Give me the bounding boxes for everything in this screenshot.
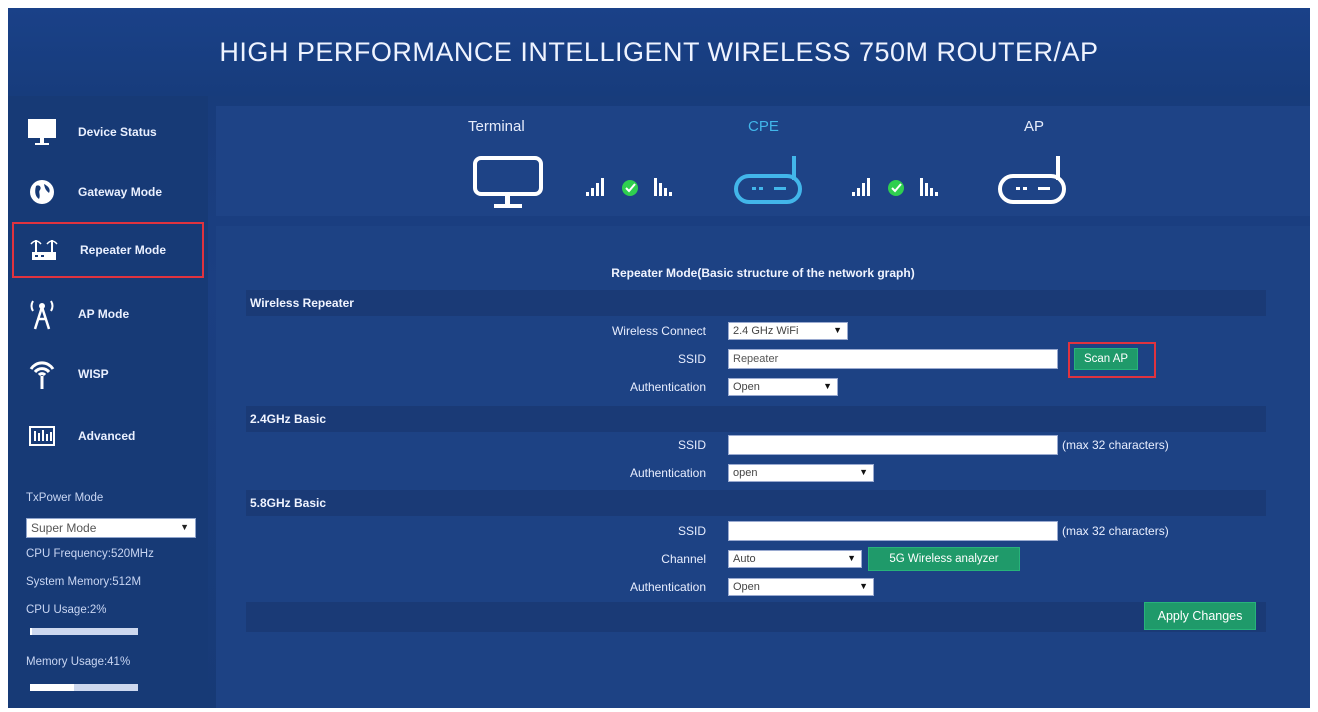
basic-24-auth-label: Authentication	[629, 466, 706, 480]
dropdown-arrow-icon: ▼	[859, 467, 868, 477]
sidebar-item-advanced[interactable]: Advanced	[12, 408, 204, 464]
repeater-auth-select[interactable]: Open ▼	[728, 378, 838, 396]
txpower-mode-value: Super Mode	[31, 521, 97, 535]
page-header: HIGH PERFORMANCE INTELLIGENT WIRELESS 75…	[8, 8, 1310, 96]
repeater-auth-value: Open	[733, 381, 760, 393]
memory-usage-fill	[30, 684, 75, 691]
repeater-auth-label: Authentication	[629, 380, 706, 394]
scan-ap-button[interactable]: Scan AP	[1074, 348, 1138, 370]
section-band	[246, 490, 1266, 516]
terminal-label: Terminal	[468, 118, 525, 135]
txpower-mode-select[interactable]: Super Mode ▼	[26, 518, 196, 538]
terminal-monitor-icon	[473, 156, 543, 208]
repeater-ssid-label: SSID	[677, 352, 706, 366]
repeater-icon	[24, 230, 64, 270]
basic-58-ssid-input[interactable]	[728, 521, 1058, 541]
monitor-icon	[22, 112, 62, 152]
channel-select[interactable]: Auto ▼	[728, 550, 862, 568]
basic-24-ssid-hint: (max 32 characters)	[1062, 438, 1169, 452]
cpu-frequency-text: CPU Frequency:520MHz	[26, 548, 154, 560]
signal-bars-icon	[852, 178, 870, 196]
section-band	[246, 406, 1266, 432]
sidebar-item-label: Repeater Mode	[80, 243, 167, 257]
sidebar-item-gateway-mode[interactable]: Gateway Mode	[12, 164, 204, 220]
basic-58-ssid-hint: (max 32 characters)	[1062, 524, 1169, 538]
ap-device-icon	[998, 156, 1066, 204]
basic-58-title: 5.8GHz Basic	[250, 496, 327, 510]
basic-58-auth-label: Authentication	[629, 580, 706, 594]
section-band	[246, 290, 1266, 316]
system-memory-text: System Memory:512M	[26, 576, 142, 588]
wireless-repeater-title: Wireless Repeater	[250, 296, 354, 310]
equalizer-icon	[22, 416, 62, 456]
txpower-label: TxPower Mode	[26, 492, 104, 504]
signal-link-right	[852, 178, 938, 196]
sidebar-item-ap-mode[interactable]: AP Mode	[12, 286, 204, 342]
channel-label: Channel	[661, 552, 706, 566]
basic-24-ssid-label: SSID	[677, 438, 706, 452]
memory-usage-text: Memory Usage:41%	[26, 656, 131, 668]
router-admin-window: HIGH PERFORMANCE INTELLIGENT WIRELESS 75…	[8, 8, 1310, 708]
wireless-connect-select[interactable]: 2.4 GHz WiFi ▼	[728, 322, 848, 340]
sidebar: Device Status Gateway Mode Repeater Mode…	[8, 96, 208, 708]
status-ok-icon	[622, 180, 638, 196]
sidebar-item-label: Device Status	[78, 125, 157, 139]
globe-icon	[22, 172, 62, 212]
basic-58-ssid-label: SSID	[677, 524, 706, 538]
section-band	[246, 602, 1266, 632]
sidebar-item-label: WISP	[78, 367, 109, 381]
dropdown-arrow-icon: ▼	[180, 522, 189, 532]
wireless-analyzer-button[interactable]: 5G Wireless analyzer	[868, 547, 1020, 571]
repeater-ssid-input[interactable]: Repeater	[728, 349, 1058, 369]
signal-bars-icon	[586, 178, 604, 196]
sidebar-item-wisp[interactable]: WISP	[12, 346, 204, 402]
page-title: HIGH PERFORMANCE INTELLIGENT WIRELESS 75…	[219, 36, 1099, 67]
dropdown-arrow-icon: ▼	[823, 381, 832, 391]
antenna-tower-icon	[22, 294, 62, 334]
sidebar-item-repeater-mode[interactable]: Repeater Mode	[12, 222, 204, 278]
cpu-usage-text: CPU Usage:2%	[26, 604, 107, 616]
repeater-settings-panel: Repeater Mode(Basic structure of the net…	[216, 226, 1310, 708]
cpe-device-icon	[734, 156, 802, 204]
dropdown-arrow-icon: ▼	[859, 581, 868, 591]
wifi-antenna-icon	[22, 354, 62, 394]
basic-24-auth-select[interactable]: open ▼	[728, 464, 874, 482]
settings-title: Repeater Mode(Basic structure of the net…	[611, 266, 915, 280]
signal-bars-icon	[654, 178, 672, 196]
wireless-connect-label: Wireless Connect	[611, 324, 706, 338]
basic-24-ssid-input[interactable]	[728, 435, 1058, 455]
memory-usage-bar	[30, 684, 138, 691]
sidebar-item-label: Gateway Mode	[78, 185, 163, 199]
basic-24-title: 2.4GHz Basic	[250, 412, 327, 426]
signal-bars-icon	[920, 178, 938, 196]
signal-link-left	[586, 178, 672, 196]
repeater-ssid-value: Repeater	[733, 353, 779, 365]
status-ok-icon	[888, 180, 904, 196]
sidebar-item-label: AP Mode	[78, 307, 130, 321]
network-topology-panel: Terminal CPE AP	[216, 106, 1310, 216]
ap-label: AP	[1024, 118, 1045, 135]
sidebar-item-label: Advanced	[78, 429, 136, 443]
apply-changes-button[interactable]: Apply Changes	[1144, 602, 1256, 630]
cpu-usage-bar	[30, 628, 138, 635]
cpu-usage-fill	[30, 628, 33, 635]
dropdown-arrow-icon: ▼	[833, 325, 842, 335]
basic-58-auth-select[interactable]: Open ▼	[728, 578, 874, 596]
cpe-label: CPE	[748, 118, 779, 135]
sidebar-item-device-status[interactable]: Device Status	[12, 104, 204, 160]
dropdown-arrow-icon: ▼	[847, 553, 856, 563]
basic-24-auth-value: open	[733, 467, 758, 479]
wireless-connect-value: 2.4 GHz WiFi	[733, 325, 799, 337]
basic-58-auth-value: Open	[733, 581, 760, 593]
channel-value: Auto	[733, 553, 756, 565]
